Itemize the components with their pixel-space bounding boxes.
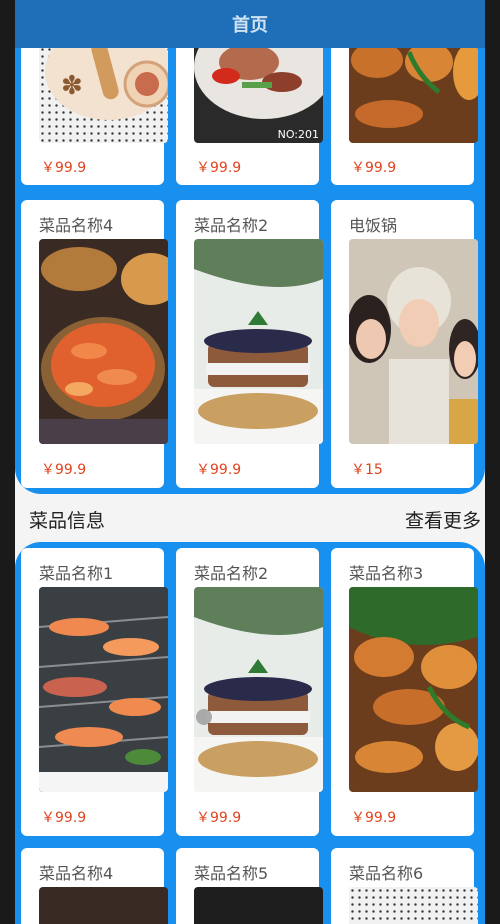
section-header: 菜品信息 查看更多 bbox=[15, 500, 485, 540]
dish-price: ￥99.9 bbox=[196, 810, 242, 826]
dish-name: 菜品名称4 bbox=[39, 864, 114, 883]
dish-price: ￥99.9 bbox=[41, 810, 87, 826]
dish-image bbox=[194, 239, 323, 444]
dish-name: 菜品名称5 bbox=[194, 864, 269, 883]
dish-card[interactable]: ✽ ￥99.9 bbox=[21, 32, 168, 185]
dish-card[interactable]: ￥99.9 bbox=[331, 32, 478, 185]
dish-image bbox=[194, 887, 323, 924]
dish-card[interactable]: 菜品名称4 bbox=[21, 848, 168, 924]
dish-card[interactable]: 菜品名称2 ￥99.9 bbox=[176, 200, 323, 488]
featured-panel: ✽ ￥99.9 NO:201 ￥99.9 ￥99.9 菜品名称4 ￥99.9 菜… bbox=[15, 32, 485, 494]
dish-image bbox=[349, 587, 478, 792]
seafood-platter-illustration bbox=[39, 247, 168, 444]
dish-name: 菜品名称3 bbox=[349, 564, 424, 583]
dish-image bbox=[349, 887, 478, 924]
dish-card[interactable]: 电饭锅 ￥15 bbox=[331, 200, 478, 488]
dish-card[interactable]: 菜品名称1 ￥99.9 bbox=[21, 548, 168, 836]
cake-illustration bbox=[194, 239, 323, 444]
image-watermark: NO:201 bbox=[277, 128, 319, 141]
section-title: 菜品信息 bbox=[29, 510, 106, 532]
dish-price: ￥99.9 bbox=[41, 160, 87, 176]
dish-card[interactable]: 菜品名称6 bbox=[331, 848, 478, 924]
dish-card[interactable]: NO:201 ￥99.9 bbox=[176, 32, 323, 185]
dish-image: ✽ bbox=[39, 32, 168, 143]
dish-image bbox=[39, 239, 168, 444]
dish-price: ￥99.9 bbox=[41, 462, 87, 478]
top-nav-bar: 首页 bbox=[15, 0, 485, 48]
dish-price: ￥99.9 bbox=[351, 810, 397, 826]
dish-name: 电饭锅 bbox=[349, 216, 398, 235]
dish-card[interactable]: 菜品名称3 ￥99.9 bbox=[331, 548, 478, 836]
grilled-shrimp-illustration bbox=[39, 587, 168, 792]
stirfry-illustration bbox=[194, 32, 323, 119]
plate-illustration: ✽ bbox=[45, 32, 168, 120]
app-screen: ✽ ￥99.9 NO:201 ￥99.9 ￥99.9 菜品名称4 ￥99.9 菜… bbox=[15, 0, 485, 924]
dish-card[interactable]: 菜品名称2 ￥99.9 bbox=[176, 548, 323, 836]
dish-price: ￥15 bbox=[351, 462, 383, 478]
dish-name: 菜品名称4 bbox=[39, 216, 114, 235]
portrait-illustration bbox=[349, 239, 478, 444]
dish-name: 菜品名称2 bbox=[194, 564, 269, 583]
dish-image bbox=[349, 32, 478, 143]
dish-image bbox=[39, 587, 168, 792]
dish-price: ￥99.9 bbox=[196, 160, 242, 176]
dish-info-panel: 菜品名称1 ￥99.9 菜品名称2 ￥99.9 菜品名称3 ￥99.9 菜品名称… bbox=[15, 542, 485, 924]
dish-name: 菜品名称2 bbox=[194, 216, 269, 235]
view-more-link[interactable]: 查看更多 bbox=[405, 506, 481, 533]
dish-price: ￥99.9 bbox=[351, 160, 397, 176]
left-edge bbox=[0, 0, 15, 924]
product-image bbox=[349, 239, 478, 444]
dish-image: NO:201 bbox=[194, 32, 323, 143]
page-title: 首页 bbox=[232, 15, 268, 36]
dish-card[interactable]: 菜品名称4 ￥99.9 bbox=[21, 200, 168, 488]
cake-illustration bbox=[194, 587, 323, 792]
dish-image bbox=[39, 887, 168, 924]
svg-text:✽: ✽ bbox=[61, 71, 83, 101]
dish-image bbox=[194, 587, 323, 792]
right-edge bbox=[485, 0, 500, 924]
dish-name: 菜品名称6 bbox=[349, 864, 424, 883]
wings-illustration bbox=[351, 42, 478, 128]
dish-price: ￥99.9 bbox=[196, 462, 242, 478]
wings-illustration bbox=[349, 587, 478, 773]
dish-name: 菜品名称1 bbox=[39, 564, 114, 583]
dish-card[interactable]: 菜品名称5 bbox=[176, 848, 323, 924]
